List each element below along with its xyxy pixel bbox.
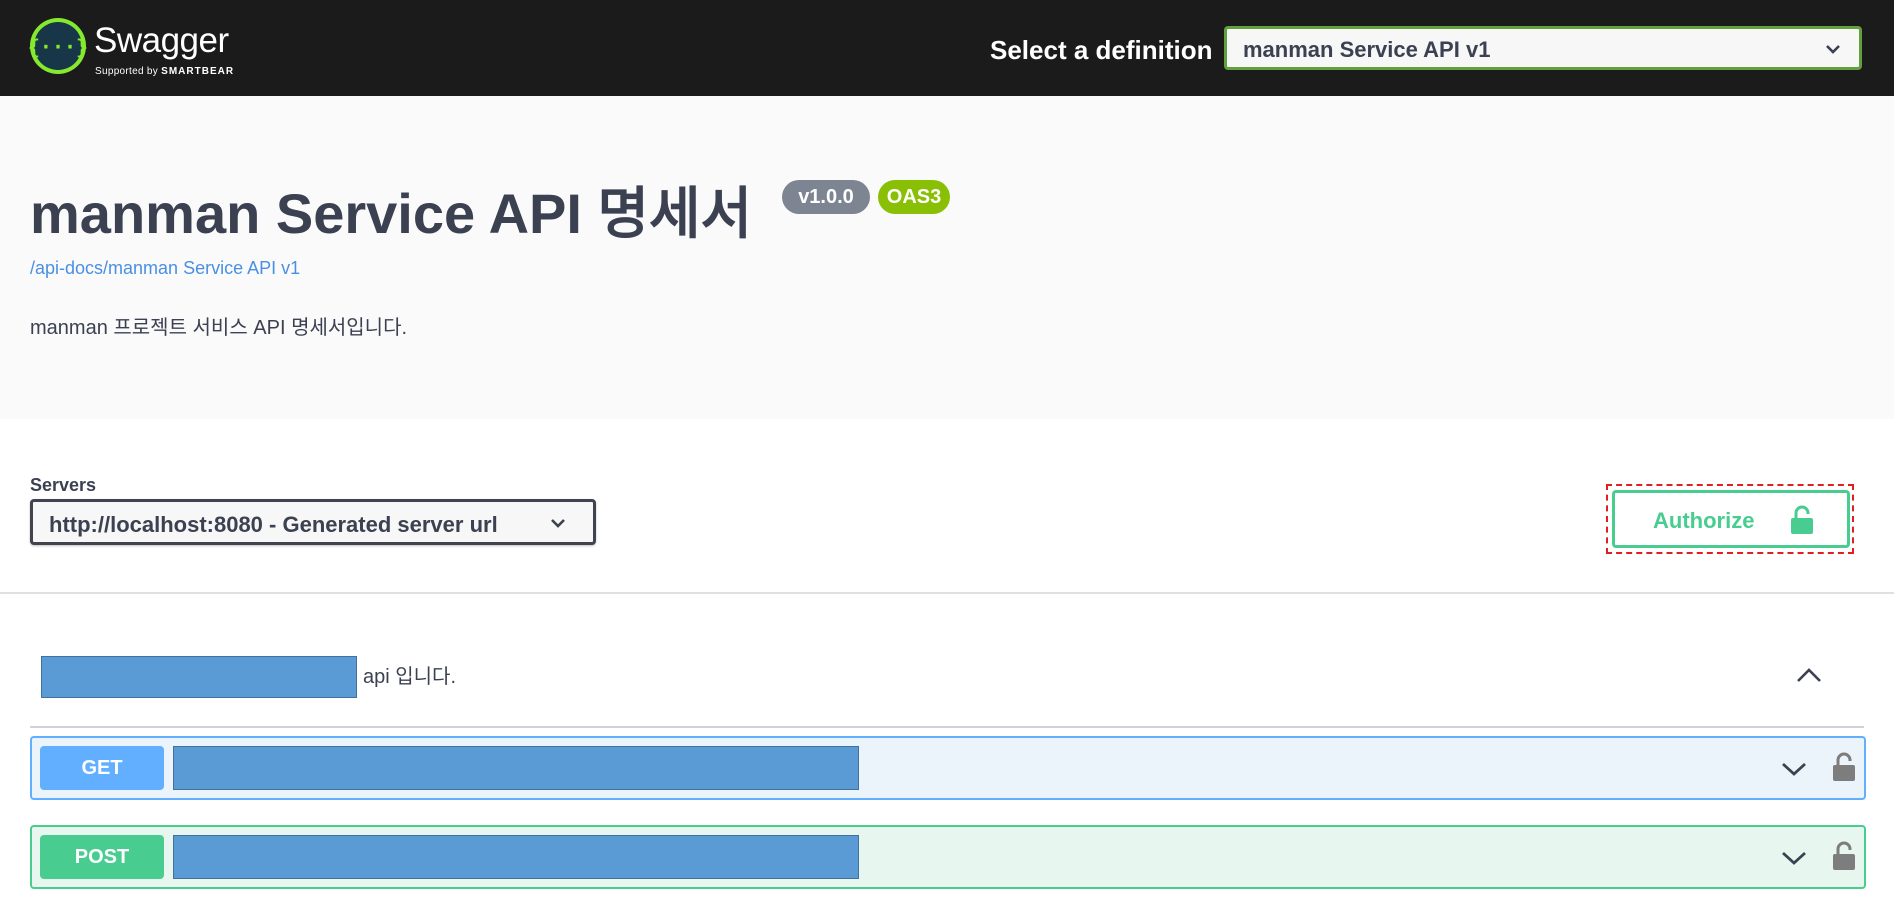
logo-subtitle-prefix: Supported by	[95, 66, 162, 77]
authorize-button-label: Authorize	[1653, 508, 1755, 533]
operation-get[interactable]: GET	[30, 736, 1866, 800]
unlocked-padlock-icon[interactable]	[1832, 841, 1856, 871]
api-description: manman 프로젝트 서비스 API 명세서입니다.	[30, 317, 408, 339]
unlocked-padlock-icon	[1791, 505, 1813, 534]
tag-divider	[30, 726, 1864, 728]
svg-text:{···}: {···}	[28, 35, 88, 59]
definition-select[interactable]: manman Service API v1	[1224, 26, 1862, 70]
method-badge-get: GET	[40, 746, 164, 790]
servers-label: Servers	[30, 475, 97, 495]
operation-path-redacted	[173, 746, 859, 790]
method-badge-post: POST	[40, 835, 164, 879]
section-divider	[0, 592, 1894, 594]
logo-subtitle: Supported by SMARTBEAR	[95, 66, 234, 78]
servers-select[interactable]: http://localhost:8080 - Generated server…	[30, 499, 596, 545]
swagger-logo-icon[interactable]: {···}	[28, 16, 88, 76]
chevron-down-icon[interactable]	[1780, 760, 1808, 778]
tag-name-redacted[interactable]	[41, 656, 357, 698]
chevron-down-icon[interactable]	[1780, 849, 1808, 867]
chevron-down-icon	[551, 519, 565, 528]
logo-subtitle-brand: SMARTBEAR	[161, 66, 235, 77]
servers-select-value: http://localhost:8080 - Generated server…	[49, 512, 498, 537]
chevron-down-icon	[1826, 45, 1840, 54]
spec-url-link[interactable]: /api-docs/manman Service API v1	[30, 257, 300, 279]
authorize-button[interactable]: Authorize	[1612, 490, 1850, 548]
oas-badge: OAS3	[878, 180, 950, 214]
operation-post[interactable]: POST	[30, 825, 1866, 889]
definition-select-value: manman Service API v1	[1243, 37, 1491, 62]
chevron-up-icon[interactable]	[1794, 664, 1824, 686]
logo-title[interactable]: Swagger	[94, 22, 229, 60]
topbar: {···} Swagger Supported by SMARTBEAR Sel…	[0, 0, 1894, 96]
version-badge: v1.0.0	[782, 180, 870, 214]
unlocked-padlock-icon[interactable]	[1832, 752, 1856, 782]
operation-path-redacted	[173, 835, 859, 879]
definition-label: Select a definition	[990, 35, 1213, 65]
page-title: manman Service API 명세서	[30, 182, 753, 245]
tag-description: api 입니다.	[363, 666, 457, 688]
